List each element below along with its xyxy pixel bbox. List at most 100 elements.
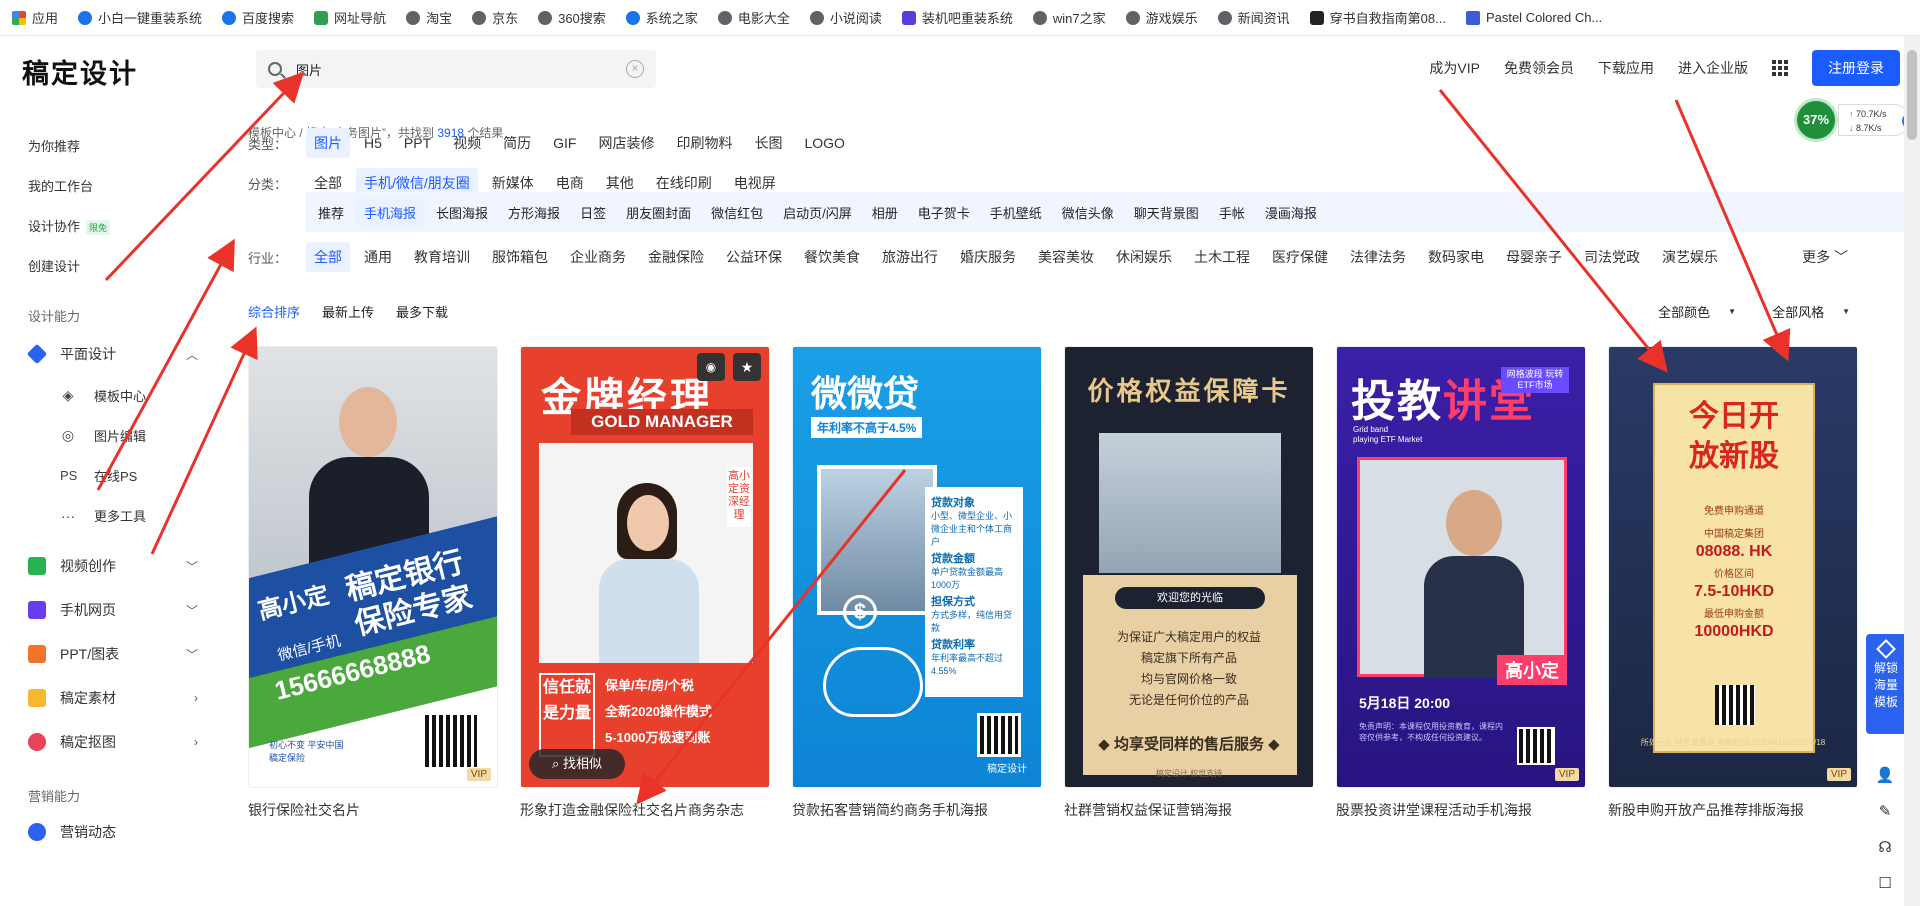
user-icon[interactable]: 👤 <box>1870 758 1900 794</box>
type-chip[interactable]: 视频 <box>445 128 489 158</box>
industry-chip[interactable]: 金融保险 <box>640 242 712 272</box>
template-card[interactable]: 微微贷 年利率不高于4.5% 贷款对象 小型、微型企业、小微企业主和个体工商户 贷… <box>792 346 1042 820</box>
type-chip[interactable]: PPT <box>396 130 439 156</box>
sidebar-sub-online-ps[interactable]: PS 在线PS <box>60 466 137 485</box>
sidebar-cat-cutout[interactable]: 稿定抠图 › <box>28 732 198 752</box>
bookmark-item[interactable]: 小说阅读 <box>809 8 882 27</box>
industry-chip[interactable]: 数码家电 <box>1420 242 1492 272</box>
industry-chip[interactable]: 休闲娱乐 <box>1108 242 1180 272</box>
industry-chip[interactable]: 土木工程 <box>1186 242 1258 272</box>
more-industries-button[interactable]: 更多 ﹀ <box>1802 247 1848 267</box>
industry-chip[interactable]: 服饰箱包 <box>484 242 556 272</box>
subcategory-chip[interactable]: 长图海报 <box>428 198 496 227</box>
industry-chip[interactable]: 母婴亲子 <box>1498 242 1570 272</box>
template-card[interactable]: 投教讲堂 网格波段 玩转ETF市场 Grid band playing ETF … <box>1336 346 1586 820</box>
sidebar-sub-image-edit[interactable]: ◎ 图片编辑 <box>60 426 146 445</box>
bookmark-item[interactable]: win7之家 <box>1032 8 1106 27</box>
sidebar-cat-ppt[interactable]: PPT/图表 ﹀ <box>28 644 198 664</box>
color-dropdown[interactable]: 全部颜色 ▼ <box>1658 302 1736 321</box>
subcategory-chip[interactable]: 相册 <box>864 198 906 227</box>
type-chip[interactable]: 图片 <box>306 128 350 158</box>
edit-icon[interactable]: ✎ <box>1870 794 1900 830</box>
search-input[interactable] <box>296 61 626 77</box>
industry-chip[interactable]: 婚庆服务 <box>952 242 1024 272</box>
register-login-button[interactable]: 注册登录 <box>1812 50 1900 86</box>
sidebar-sub-templates[interactable]: ◈ 模板中心 <box>60 386 146 405</box>
type-chip[interactable]: 网店装修 <box>590 128 662 158</box>
clear-search-icon[interactable]: × <box>626 60 644 78</box>
industry-chip[interactable]: 企业商务 <box>562 242 634 272</box>
feedback-icon[interactable]: ☐ <box>1870 866 1900 902</box>
industry-chip[interactable]: 法律法务 <box>1342 242 1414 272</box>
bookmark-item[interactable]: 京东 <box>472 8 518 27</box>
bookmark-item[interactable]: 网址导航 <box>314 8 386 27</box>
unlock-templates-panel[interactable]: 解锁海量模板 <box>1866 634 1906 734</box>
bookmark-item[interactable]: 系统之家 <box>625 8 698 27</box>
subcategory-chip[interactable]: 方形海报 <box>500 198 568 227</box>
bookmark-item[interactable]: Pastel Colored Ch... <box>1465 10 1602 25</box>
nav-enterprise[interactable]: 进入企业版 <box>1678 58 1748 78</box>
style-dropdown[interactable]: 全部风格 ▼ <box>1772 302 1850 321</box>
card-title[interactable]: 银行保险社交名片 <box>248 800 498 820</box>
industry-chip[interactable]: 美容美妆 <box>1030 242 1102 272</box>
apps-grid-icon[interactable] <box>1772 60 1788 76</box>
subcategory-chip[interactable]: 推荐 <box>310 198 352 227</box>
template-thumbnail[interactable]: 稿定银行保险专家 高小定 微信/手机 15666668888 初心不变 平安中国… <box>248 346 498 788</box>
template-thumbnail[interactable]: 投教讲堂 网格波段 玩转ETF市场 Grid band playing ETF … <box>1336 346 1586 788</box>
type-chip[interactable]: 长图 <box>746 128 790 158</box>
card-title[interactable]: 股票投资讲堂课程活动手机海报 <box>1336 800 1586 820</box>
bookmark-item[interactable]: 游戏娱乐 <box>1125 8 1198 27</box>
sidebar-cat-assets[interactable]: 稿定素材 › <box>28 688 198 708</box>
nav-download-app[interactable]: 下载应用 <box>1598 58 1654 78</box>
scrollbar-thumb[interactable] <box>1907 50 1917 140</box>
sort-most-download[interactable]: 最多下载 <box>396 302 448 321</box>
card-title[interactable]: 贷款拓客营销简约商务手机海报 <box>792 800 1042 820</box>
network-speed-widget[interactable]: ↑ 70.7K/s ↓ 8.7K/s 37% + <box>1792 96 1918 142</box>
industry-chip[interactable]: 通用 <box>356 242 400 272</box>
template-thumbnail[interactable]: 价格权益保障卡 欢迎您的光临 为保证广大稿定用户的权益 稿定旗下所有产品 均与官… <box>1064 346 1314 788</box>
template-thumbnail[interactable]: 今日开放新股 免费申购通道 中国稿定集团 08088. HK 价格区间 7.5-10… <box>1608 346 1858 788</box>
page-scrollbar[interactable] <box>1904 36 1920 906</box>
search-box[interactable]: × <box>256 50 656 88</box>
card-title[interactable]: 新股申购开放产品推荐排版海报 <box>1608 800 1858 820</box>
site-logo[interactable]: 稿定设计 <box>22 52 138 91</box>
sidebar-cat-video[interactable]: 视频创作 ﹀ <box>28 556 198 576</box>
industry-chip[interactable]: 司法党政 <box>1576 242 1648 272</box>
find-similar-button[interactable]: ⌕ 找相似 <box>529 749 625 779</box>
subcategory-chip[interactable]: 手帐 <box>1211 198 1253 227</box>
subcategory-chip[interactable]: 电子贺卡 <box>910 198 978 227</box>
subcategory-chip[interactable]: 朋友圈封面 <box>618 198 699 227</box>
type-chip[interactable]: 印刷物料 <box>668 128 740 158</box>
subcategory-chip[interactable]: 手机海报 <box>356 197 425 227</box>
sort-newest[interactable]: 最新上传 <box>322 302 374 321</box>
card-title[interactable]: 社群营销权益保证营销海报 <box>1064 800 1314 820</box>
subcategory-chip[interactable]: 手机壁纸 <box>982 198 1050 227</box>
template-thumbnail[interactable]: 金牌经理 GOLD MANAGER 高小定资深经理 信任就是力量 保单/车/房/… <box>520 346 770 788</box>
bookmark-item[interactable]: 电影大全 <box>717 8 790 27</box>
bookmark-item[interactable]: 应用 <box>12 8 58 27</box>
industry-chip[interactable]: 旅游出行 <box>874 242 946 272</box>
industry-chip[interactable]: 演艺娱乐 <box>1654 242 1726 272</box>
industry-chip[interactable]: 医疗保健 <box>1264 242 1336 272</box>
sidebar-cat-h5[interactable]: 手机网页 ﹀ <box>28 600 198 620</box>
type-chip[interactable]: H5 <box>356 130 390 156</box>
template-card[interactable]: 金牌经理 GOLD MANAGER 高小定资深经理 信任就是力量 保单/车/房/… <box>520 346 770 820</box>
nav-free-member[interactable]: 免费领会员 <box>1504 58 1574 78</box>
template-card[interactable]: 稿定银行保险专家 高小定 微信/手机 15666668888 初心不变 平安中国… <box>248 346 498 820</box>
subcategory-chip[interactable]: 漫画海报 <box>1257 198 1325 227</box>
sidebar-cat-graphic[interactable]: 平面设计 ︿ <box>26 343 198 365</box>
type-chip[interactable]: 简历 <box>495 128 539 158</box>
sidebar-item-collab[interactable]: 设计协作 限免 <box>28 216 111 236</box>
sort-comprehensive[interactable]: 综合排序 <box>248 302 300 321</box>
bookmark-item[interactable]: 百度搜索 <box>222 8 294 27</box>
favorite-star-icon[interactable]: ★ <box>733 353 761 381</box>
nav-vip[interactable]: 成为VIP <box>1429 58 1480 78</box>
industry-chip[interactable]: 全部 <box>306 242 350 272</box>
sidebar-cat-marketing[interactable]: 营销动态 <box>28 822 198 842</box>
subcategory-chip[interactable]: 微信头像 <box>1054 198 1122 227</box>
sidebar-sub-more-tools[interactable]: ··· 更多工具 <box>60 506 146 525</box>
bookmark-item[interactable]: 淘宝 <box>406 8 452 27</box>
type-chip[interactable]: LOGO <box>796 130 852 156</box>
preview-eye-icon[interactable]: ◉ <box>697 353 725 381</box>
type-chip[interactable]: GIF <box>545 130 584 156</box>
